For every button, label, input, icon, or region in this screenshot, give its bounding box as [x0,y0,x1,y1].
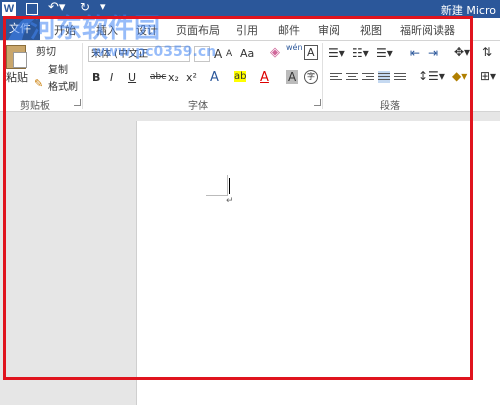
sort-icon[interactable]: ⇅ [482,45,492,59]
borders-icon[interactable]: ⊞▾ [480,69,496,83]
annotation-highlight-box [3,16,473,380]
